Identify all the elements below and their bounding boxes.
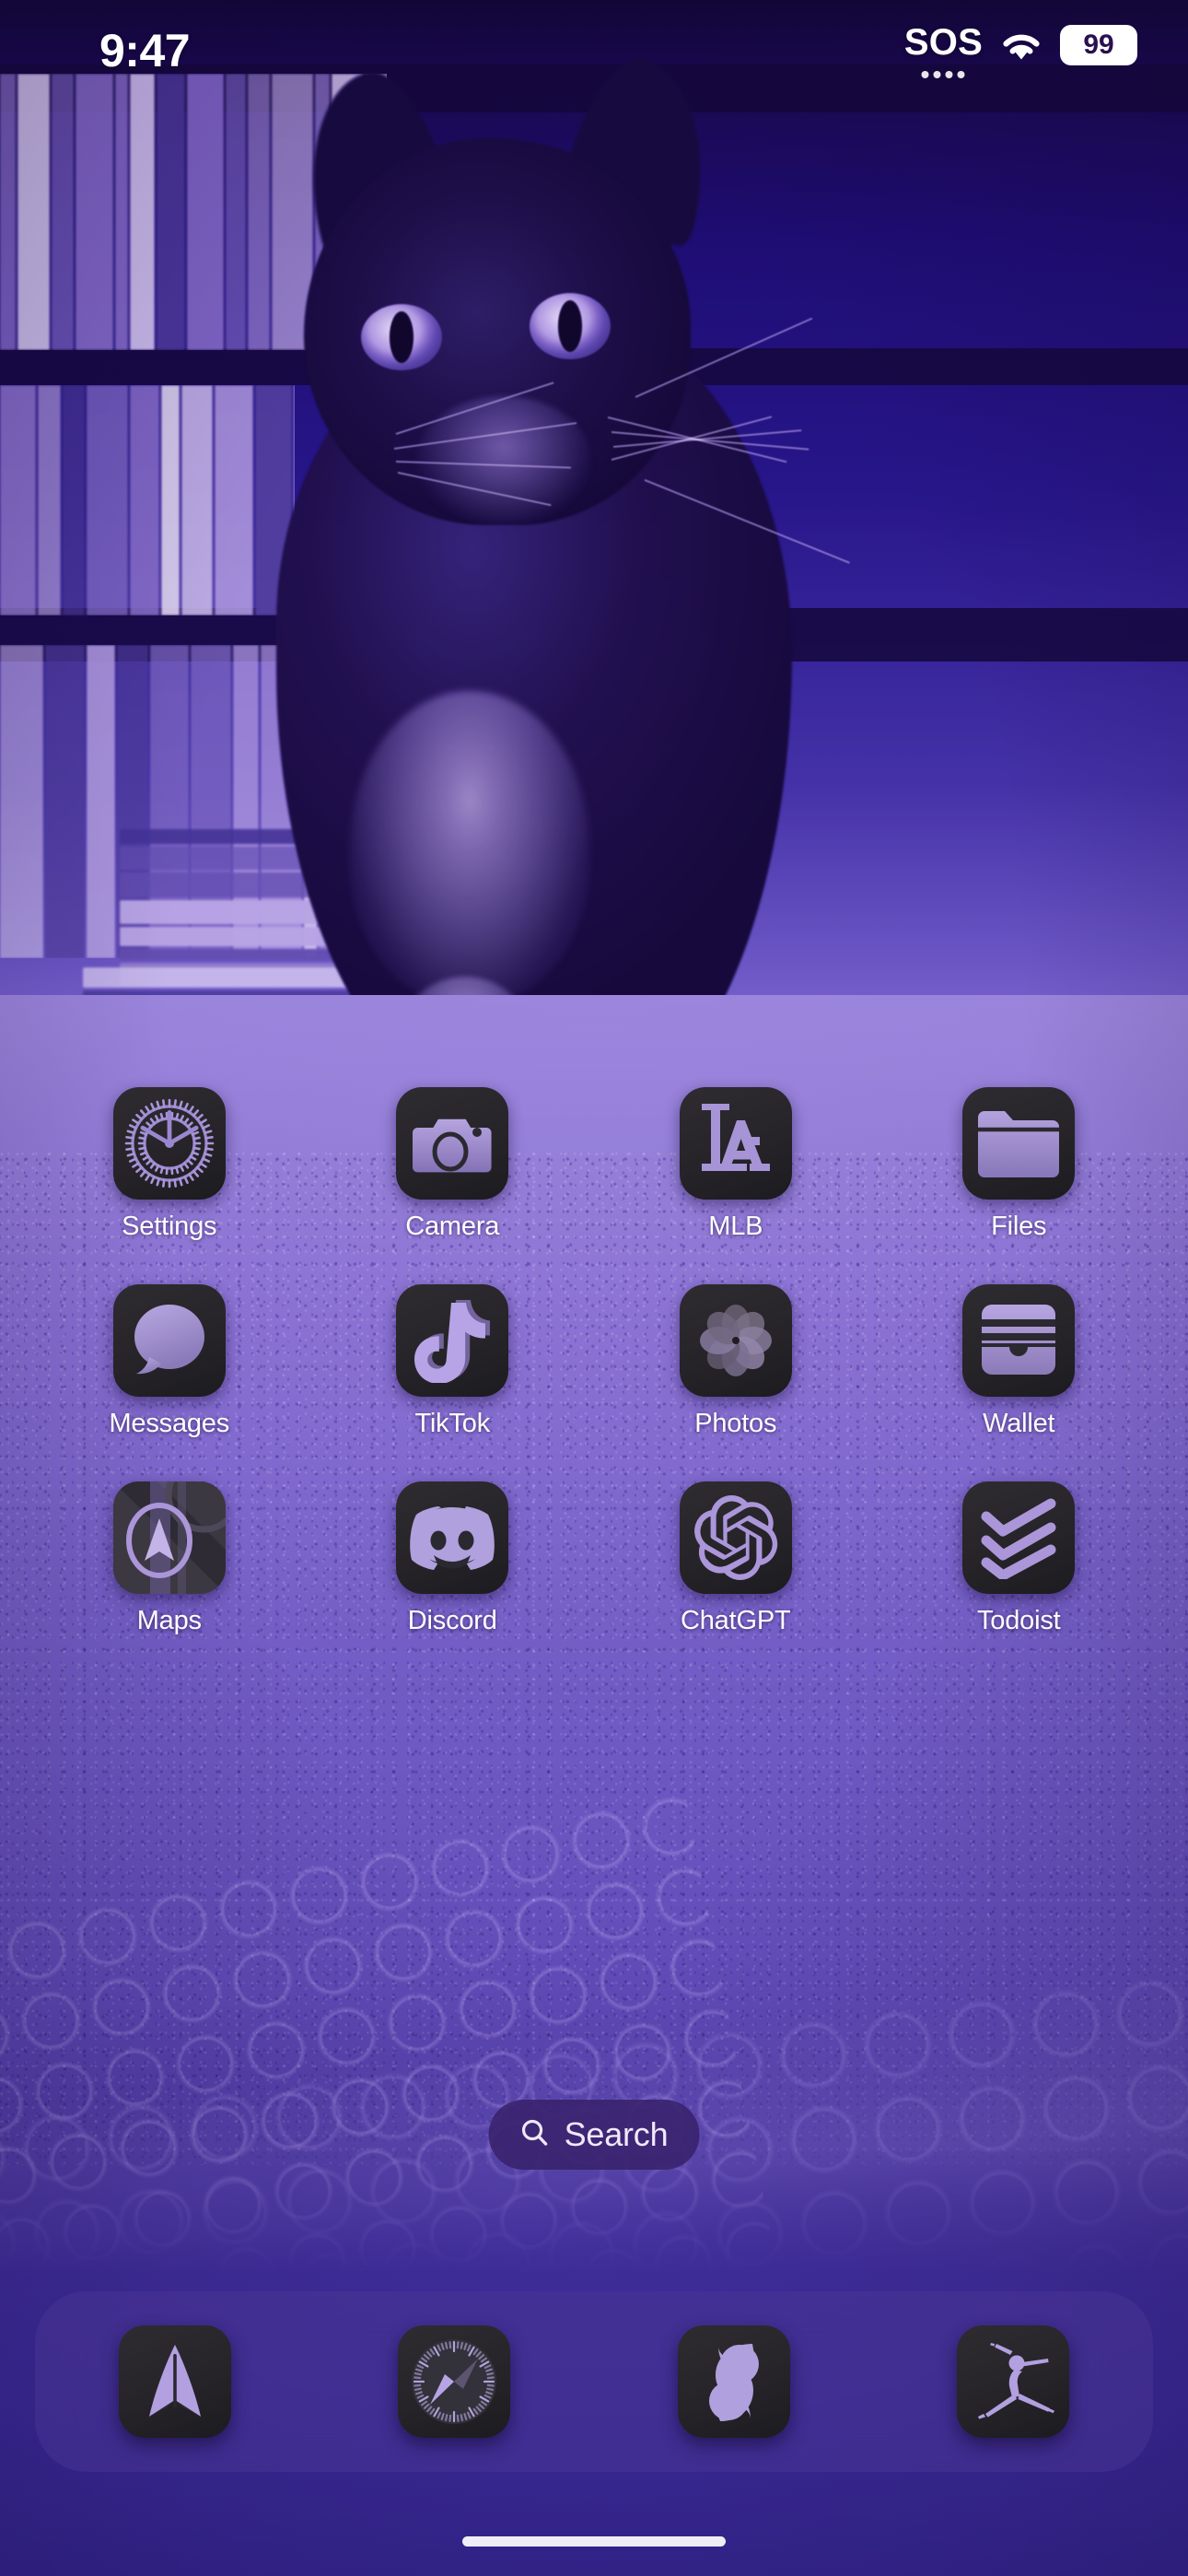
- app-label: Settings: [122, 1212, 217, 1241]
- dock: [35, 2291, 1153, 2472]
- search-button[interactable]: Search: [488, 2100, 700, 2170]
- app-grid: Settings Camera MLB Files Messages TikTo…: [0, 1087, 1188, 1636]
- app-label: MLB: [708, 1212, 763, 1241]
- files-folder-icon[interactable]: [962, 1087, 1076, 1200]
- cellular-signal-dots: [921, 71, 965, 78]
- search-label: Search: [564, 2115, 669, 2153]
- wallet-cards-icon[interactable]: [962, 1284, 1076, 1397]
- app-files[interactable]: Files: [878, 1087, 1161, 1242]
- todoist-chevrons-icon[interactable]: [962, 1481, 1076, 1594]
- app-label: Discord: [407, 1606, 497, 1635]
- app-messages[interactable]: Messages: [28, 1284, 311, 1439]
- status-bar-indicators: SOS 99: [903, 22, 1137, 78]
- app-settings[interactable]: Settings: [28, 1087, 311, 1242]
- mlb-la-dodgers-icon[interactable]: [679, 1087, 792, 1200]
- safari-compass-icon[interactable]: [398, 2325, 511, 2438]
- app-label: Messages: [109, 1409, 230, 1438]
- app-label: TikTok: [414, 1409, 490, 1438]
- maps-arrow-icon[interactable]: [112, 1481, 226, 1594]
- paper-plane-icon[interactable]: [118, 2325, 231, 2438]
- chatgpt-knot-icon[interactable]: [679, 1481, 792, 1594]
- app-label: Wallet: [983, 1409, 1055, 1438]
- wifi-icon: [998, 28, 1044, 63]
- home-indicator: [462, 2536, 726, 2547]
- sos-indicator: SOS: [903, 22, 983, 78]
- search-magnifier-icon: [520, 2118, 550, 2152]
- app-label: Todoist: [977, 1606, 1061, 1635]
- camera-icon[interactable]: [396, 1087, 509, 1200]
- discord-clyde-icon[interactable]: [396, 1481, 509, 1594]
- app-maps[interactable]: Maps: [28, 1481, 311, 1636]
- app-label: Files: [991, 1212, 1047, 1241]
- yin-yang-s-icon[interactable]: [677, 2325, 790, 2438]
- settings-gear-icon[interactable]: [112, 1087, 226, 1200]
- app-mlb[interactable]: MLB: [594, 1087, 878, 1242]
- app-chatgpt[interactable]: ChatGPT: [594, 1481, 878, 1636]
- app-discord[interactable]: Discord: [311, 1481, 595, 1636]
- dancer-figure-icon[interactable]: [957, 2325, 1070, 2438]
- battery-indicator: 99: [1060, 24, 1137, 65]
- app-label: Maps: [136, 1606, 202, 1635]
- tiktok-note-icon[interactable]: [396, 1284, 509, 1397]
- photos-pinwheel-icon[interactable]: [679, 1284, 792, 1397]
- app-label: Camera: [405, 1212, 500, 1241]
- messages-bubble-icon[interactable]: [112, 1284, 226, 1397]
- status-bar-time: 9:47: [99, 25, 191, 76]
- app-wallet[interactable]: Wallet: [878, 1284, 1161, 1439]
- sos-label: SOS: [903, 22, 983, 63]
- status-bar: 9:47 SOS 99: [0, 0, 1188, 109]
- app-tiktok[interactable]: TikTok: [311, 1284, 595, 1439]
- battery-level-label: 99: [1083, 29, 1114, 60]
- app-label: ChatGPT: [681, 1606, 791, 1635]
- app-todoist[interactable]: Todoist: [878, 1481, 1161, 1636]
- app-photos[interactable]: Photos: [594, 1284, 878, 1439]
- app-label: Photos: [694, 1409, 777, 1438]
- app-camera[interactable]: Camera: [311, 1087, 595, 1242]
